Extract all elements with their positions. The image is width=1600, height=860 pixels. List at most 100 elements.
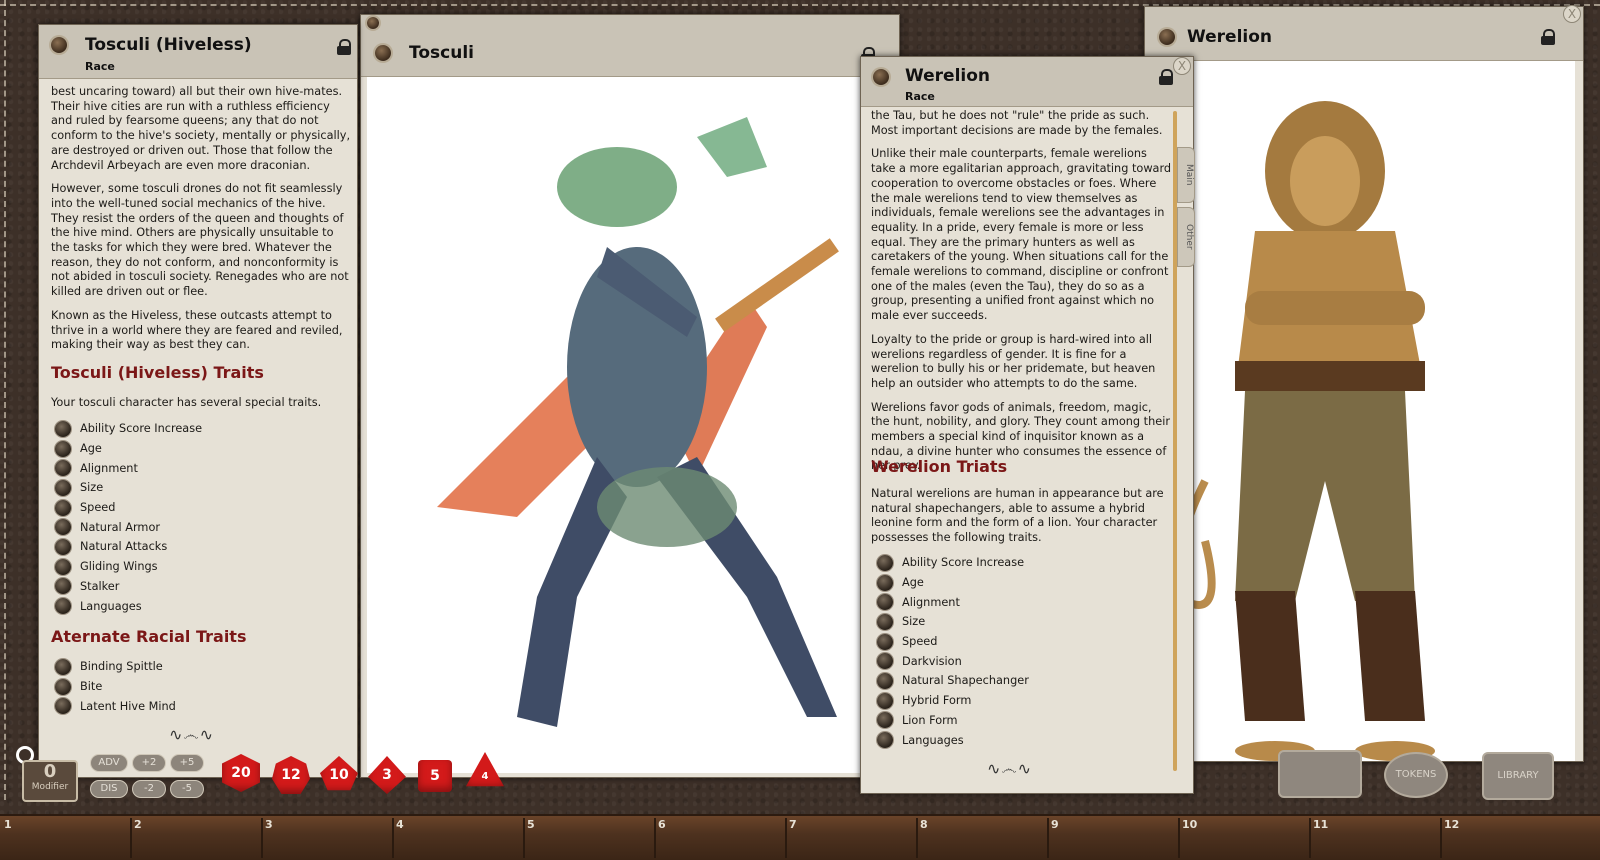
sidebar-button-tower[interactable]: [1278, 750, 1362, 798]
list-item[interactable]: Bite: [55, 677, 176, 697]
trait-label[interactable]: Languages: [902, 734, 964, 747]
tosculi-image-window[interactable]: Tosculi: [360, 14, 900, 778]
d20-icon[interactable]: 20: [222, 754, 260, 792]
tab-other[interactable]: Other: [1177, 207, 1195, 267]
modifier-box[interactable]: 0 Modifier: [22, 760, 78, 802]
list-item[interactable]: Ability Score Increase: [877, 553, 1029, 573]
list-item[interactable]: Ability Score Increase: [55, 419, 202, 439]
link-bullet-icon[interactable]: [877, 594, 893, 611]
trait-label[interactable]: Gliding Wings: [80, 560, 158, 573]
lock-icon[interactable]: [1541, 29, 1555, 45]
trait-label[interactable]: Latent Hive Mind: [80, 700, 176, 713]
list-item[interactable]: Speed: [877, 632, 1029, 652]
list-item[interactable]: Binding Spittle: [55, 657, 176, 677]
trait-label[interactable]: Size: [80, 481, 103, 494]
trait-label[interactable]: Hybrid Form: [902, 694, 971, 707]
hotbar-slot-7[interactable]: 7: [789, 818, 797, 831]
trait-label[interactable]: Age: [80, 442, 102, 455]
list-item[interactable]: Speed: [55, 498, 202, 518]
trait-label[interactable]: Darkvision: [902, 655, 962, 668]
list-item[interactable]: Age: [877, 573, 1029, 593]
list-item[interactable]: Darkvision: [877, 651, 1029, 671]
trait-label[interactable]: Speed: [80, 501, 115, 514]
list-item[interactable]: Stalker: [55, 577, 202, 597]
link-bullet-icon[interactable]: [55, 440, 71, 457]
trait-label[interactable]: Alignment: [902, 596, 960, 609]
list-item[interactable]: Size: [55, 478, 202, 498]
d6-icon[interactable]: 5: [418, 760, 452, 792]
hotbar-slot-5[interactable]: 5: [527, 818, 535, 831]
link-bullet-icon[interactable]: [877, 613, 893, 630]
trait-label[interactable]: Bite: [80, 680, 102, 693]
link-bullet-icon[interactable]: [55, 658, 71, 675]
trait-label[interactable]: Natural Shapechanger: [902, 674, 1029, 687]
lock-icon[interactable]: [337, 39, 351, 55]
dis-button[interactable]: DIS: [90, 780, 128, 798]
link-bullet-icon[interactable]: [55, 420, 71, 437]
plus-2-button[interactable]: +2: [132, 754, 166, 772]
trait-label[interactable]: Ability Score Increase: [902, 556, 1024, 569]
plus-5-button[interactable]: +5: [170, 754, 204, 772]
trait-label[interactable]: Size: [902, 615, 925, 628]
trait-label[interactable]: Speed: [902, 635, 937, 648]
list-item[interactable]: Age: [55, 439, 202, 459]
tosculi-hiveless-window[interactable]: Tosculi (Hiveless) Race best uncaring to…: [38, 24, 358, 778]
trait-label[interactable]: Lion Form: [902, 714, 958, 727]
hotbar-slot-1[interactable]: 1: [4, 818, 12, 831]
hotbar-slot-8[interactable]: 8: [920, 818, 928, 831]
close-icon[interactable]: X: [1173, 57, 1191, 75]
hotbar-slot-12[interactable]: 12: [1444, 818, 1459, 831]
link-bullet-icon[interactable]: [877, 692, 893, 709]
link-bullet-icon[interactable]: [55, 558, 71, 575]
list-item[interactable]: Languages: [55, 596, 202, 616]
link-bullet-icon[interactable]: [55, 460, 71, 477]
link-bullet-icon[interactable]: [55, 538, 71, 555]
trait-label[interactable]: Natural Armor: [80, 521, 160, 534]
minus-5-button[interactable]: -5: [170, 780, 204, 798]
hotbar-slot-10[interactable]: 10: [1182, 818, 1197, 831]
hotbar-slot-9[interactable]: 9: [1051, 818, 1059, 831]
trait-label[interactable]: Alignment: [80, 462, 138, 475]
trait-label[interactable]: Age: [902, 576, 924, 589]
link-bullet-icon[interactable]: [55, 598, 71, 615]
link-bullet-icon[interactable]: [55, 499, 71, 516]
list-item[interactable]: Hybrid Form: [877, 691, 1029, 711]
list-item[interactable]: Alignment: [877, 592, 1029, 612]
list-item[interactable]: Natural Shapechanger: [877, 671, 1029, 691]
hotbar-slot-3[interactable]: 3: [265, 818, 273, 831]
library-button[interactable]: LIBRARY: [1482, 752, 1554, 800]
hotbar-slot-2[interactable]: 2: [134, 818, 142, 831]
hotbar-slot-4[interactable]: 4: [396, 818, 404, 831]
werelion-image-window[interactable]: Werelion X: [1144, 5, 1584, 762]
tab-main[interactable]: Main: [1177, 147, 1195, 203]
d8-icon[interactable]: 3: [368, 756, 406, 794]
d10-icon[interactable]: 10: [320, 756, 358, 794]
list-item[interactable]: Natural Attacks: [55, 537, 202, 557]
minus-2-button[interactable]: -2: [132, 780, 166, 798]
trait-label[interactable]: Natural Attacks: [80, 540, 167, 553]
list-item[interactable]: Alignment: [55, 458, 202, 478]
d4-icon[interactable]: 4: [466, 752, 504, 790]
link-bullet-icon[interactable]: [877, 633, 893, 650]
trait-label[interactable]: Languages: [80, 600, 142, 613]
hotbar-slot-11[interactable]: 11: [1313, 818, 1328, 831]
link-bullet-icon[interactable]: [55, 578, 71, 595]
list-item[interactable]: Size: [877, 612, 1029, 632]
adv-button[interactable]: ADV: [90, 754, 128, 772]
d12-icon[interactable]: 12: [272, 756, 310, 794]
hotbar-slot-6[interactable]: 6: [658, 818, 666, 831]
trait-label[interactable]: Ability Score Increase: [80, 422, 202, 435]
link-bullet-icon[interactable]: [55, 698, 71, 715]
link-bullet-icon[interactable]: [877, 554, 893, 571]
link-bullet-icon[interactable]: [877, 672, 893, 689]
lock-icon[interactable]: [1159, 69, 1173, 85]
trait-label[interactable]: Binding Spittle: [80, 660, 163, 673]
link-bullet-icon[interactable]: [877, 574, 893, 591]
close-icon[interactable]: X: [1563, 5, 1581, 23]
link-bullet-icon[interactable]: [877, 712, 893, 729]
link-bullet-icon[interactable]: [877, 732, 893, 749]
list-item[interactable]: Gliding Wings: [55, 557, 202, 577]
link-bullet-icon[interactable]: [877, 653, 893, 670]
list-item[interactable]: Latent Hive Mind: [55, 696, 176, 716]
tokens-button[interactable]: TOKENS: [1384, 752, 1448, 798]
